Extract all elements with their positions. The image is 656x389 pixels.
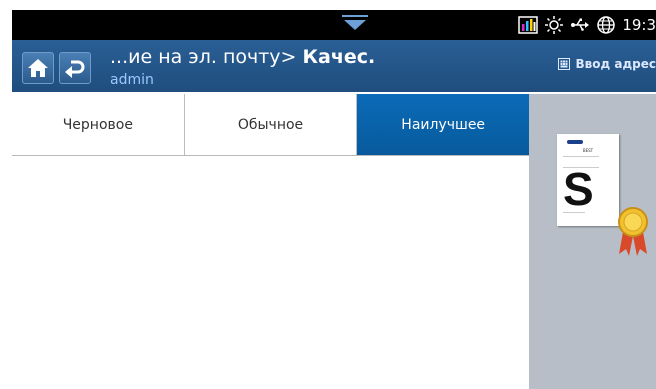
- home-button[interactable]: [22, 52, 54, 84]
- tab-draft[interactable]: Черновое: [12, 94, 185, 155]
- address-entry-button[interactable]: Ввод адрес: [557, 57, 656, 71]
- preview-letter: S: [563, 163, 594, 215]
- preview-page: BEST S: [557, 134, 619, 226]
- status-time: 19:3: [622, 16, 656, 34]
- award-ribbon-icon: [618, 207, 648, 256]
- tab-normal[interactable]: Обычное: [184, 94, 358, 155]
- preview-footer-lines: [563, 212, 585, 219]
- status-bar: 19:3: [12, 10, 656, 40]
- globe-icon[interactable]: [596, 15, 616, 35]
- back-button[interactable]: [59, 52, 91, 84]
- breadcrumb: ...ие на эл. почту>: [110, 46, 297, 68]
- sun-icon[interactable]: [544, 15, 564, 35]
- header-bar: ...ие на эл. почту> Качес. admin Ввод ад…: [12, 40, 656, 92]
- content-area: [12, 156, 529, 389]
- page-title: ...ие на эл. почту> Качес.: [110, 46, 375, 68]
- toner-icon[interactable]: [518, 15, 539, 35]
- brand-logo: [567, 140, 583, 144]
- keypad-icon: [557, 58, 570, 70]
- usb-icon[interactable]: [570, 15, 590, 35]
- user-name: admin: [110, 72, 154, 88]
- home-icon: [28, 59, 48, 77]
- preview-heading: BEST: [582, 148, 594, 153]
- quality-tabs: Черновое Обычное Наилучшее: [12, 94, 530, 155]
- current-section: Качес.: [302, 46, 376, 68]
- back-icon: [65, 60, 85, 78]
- address-entry-label: Ввод адрес: [575, 57, 656, 71]
- preview-panel: BEST S: [529, 94, 656, 389]
- tab-best[interactable]: Наилучшее: [357, 94, 530, 155]
- notification-pull-icon[interactable]: [342, 14, 368, 32]
